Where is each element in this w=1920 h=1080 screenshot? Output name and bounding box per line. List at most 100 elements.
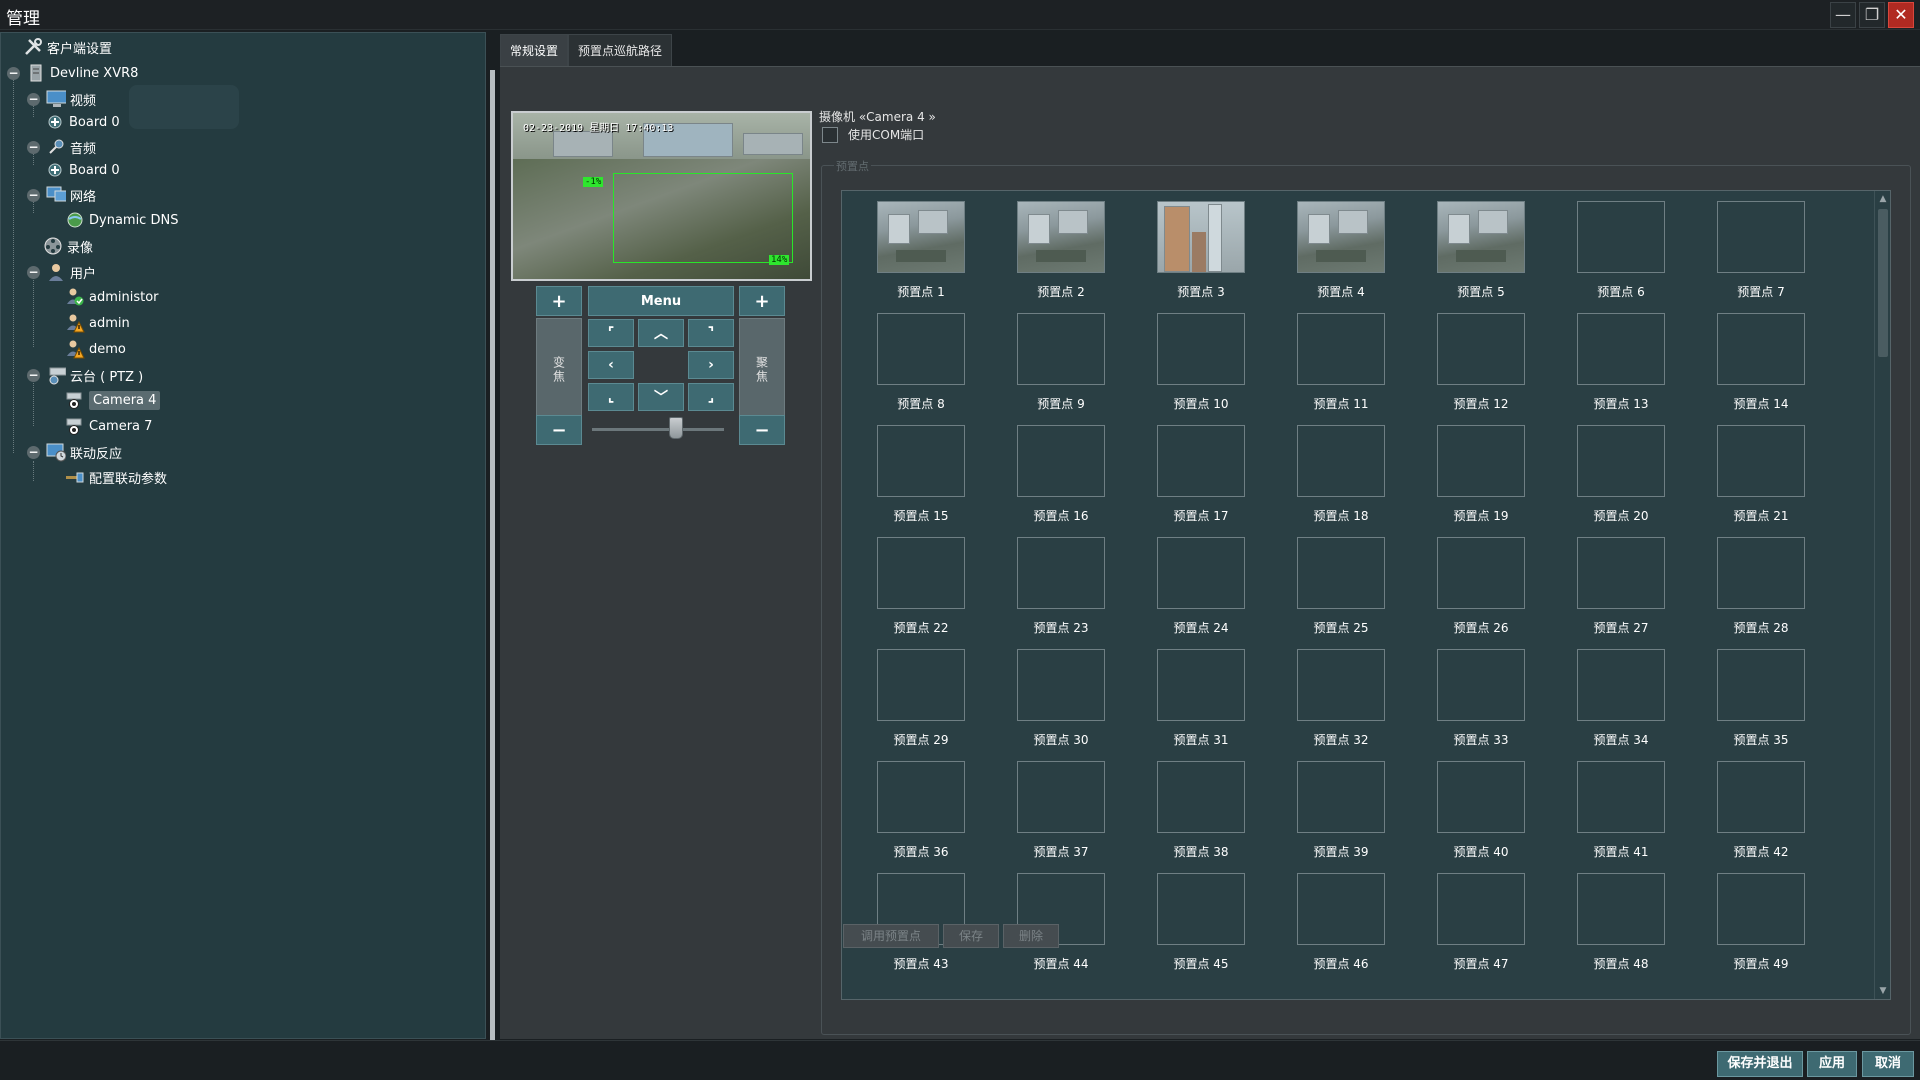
- panel-splitter[interactable]: [488, 32, 498, 1067]
- preset-cell[interactable]: 预置点 15: [842, 425, 982, 537]
- preset-thumbnail[interactable]: [1297, 873, 1385, 945]
- checkbox-box[interactable]: [822, 126, 838, 143]
- collapse-toggle[interactable]: −: [27, 140, 40, 154]
- tree-item-ptz[interactable]: − 云台 ( PTZ ): [27, 364, 143, 386]
- preset-thumbnail[interactable]: [1297, 649, 1385, 721]
- preset-cell[interactable]: 预置点 16: [982, 425, 1122, 537]
- delete-preset-button[interactable]: 删除: [1003, 924, 1059, 948]
- preset-thumbnail[interactable]: [1437, 201, 1525, 273]
- tree-item-audio[interactable]: − 音频: [27, 136, 96, 158]
- preset-cell[interactable]: 预置点 34: [1542, 649, 1682, 761]
- collapse-toggle[interactable]: −: [27, 188, 40, 202]
- focus-far-button[interactable]: −: [739, 415, 785, 445]
- preset-cell[interactable]: 预置点 47: [1402, 873, 1542, 985]
- preset-thumbnail[interactable]: [1017, 201, 1105, 273]
- preset-thumbnail[interactable]: [877, 761, 965, 833]
- pan-right-button[interactable]: ›: [688, 351, 734, 379]
- pan-up-right-button[interactable]: ⌝: [688, 319, 734, 347]
- tree-item-users[interactable]: − 用户: [27, 261, 96, 283]
- scroll-down-icon[interactable]: ▼: [1877, 985, 1889, 997]
- focus-near-button[interactable]: +: [739, 286, 785, 316]
- preset-thumbnail[interactable]: [877, 313, 965, 385]
- tree-item-device[interactable]: − Devline XVR8: [7, 62, 138, 84]
- tree-item-video[interactable]: − 视频: [27, 88, 96, 110]
- scroll-up-icon[interactable]: ▲: [1877, 193, 1889, 205]
- tree-item-dynamic-dns[interactable]: Dynamic DNS: [65, 209, 178, 231]
- preset-cell[interactable]: 预置点 10: [1122, 313, 1262, 425]
- preset-cell[interactable]: 预置点 42: [1682, 761, 1822, 873]
- collapse-toggle[interactable]: −: [27, 445, 40, 459]
- preset-cell[interactable]: 预置点 40: [1402, 761, 1542, 873]
- preset-cell[interactable]: 预置点 33: [1402, 649, 1542, 761]
- maximize-button[interactable]: ❐: [1859, 2, 1885, 28]
- preset-thumbnail[interactable]: [1577, 201, 1665, 273]
- tree-item-camera-7[interactable]: Camera 7: [65, 415, 152, 437]
- save-preset-button[interactable]: 保存: [943, 924, 999, 948]
- tree-item-audio-board[interactable]: Board 0: [45, 159, 120, 181]
- preset-thumbnail[interactable]: [1437, 649, 1525, 721]
- preset-thumbnail[interactable]: [1297, 425, 1385, 497]
- preset-thumbnail[interactable]: [1717, 313, 1805, 385]
- preset-thumbnail[interactable]: [1157, 537, 1245, 609]
- ptz-menu-button[interactable]: Menu: [588, 286, 734, 316]
- call-preset-button[interactable]: 调用预置点: [843, 924, 939, 948]
- cancel-button[interactable]: 取消: [1862, 1051, 1914, 1077]
- preset-cell[interactable]: 预置点 48: [1542, 873, 1682, 985]
- preset-cell[interactable]: 预置点 5: [1402, 201, 1542, 313]
- preset-thumbnail[interactable]: [1717, 201, 1805, 273]
- preset-cell[interactable]: 预置点 17: [1122, 425, 1262, 537]
- preset-thumbnail[interactable]: [1577, 873, 1665, 945]
- tree-item-reaction[interactable]: − 联动反应: [27, 441, 122, 463]
- preset-cell[interactable]: 预置点 14: [1682, 313, 1822, 425]
- pan-up-left-button[interactable]: ⌜: [588, 319, 634, 347]
- preset-cell[interactable]: 预置点 45: [1122, 873, 1262, 985]
- tree-item-camera-4[interactable]: Camera 4: [65, 389, 161, 411]
- preset-thumbnail[interactable]: [1577, 425, 1665, 497]
- preset-cell[interactable]: 预置点 28: [1682, 537, 1822, 649]
- preset-cell[interactable]: 预置点 21: [1682, 425, 1822, 537]
- tree-item-user-demo[interactable]: demo: [65, 338, 126, 360]
- use-com-port-checkbox[interactable]: 使用COM端口: [822, 126, 924, 143]
- collapse-toggle[interactable]: −: [27, 368, 40, 382]
- preset-thumbnail[interactable]: [1157, 201, 1245, 273]
- preset-thumbnail[interactable]: [1157, 873, 1245, 945]
- preset-cell[interactable]: 预置点 36: [842, 761, 982, 873]
- preset-cell[interactable]: 预置点 37: [982, 761, 1122, 873]
- preset-cell[interactable]: 预置点 18: [1262, 425, 1402, 537]
- collapse-toggle[interactable]: −: [7, 66, 20, 80]
- ptz-speed-slider-track[interactable]: [592, 428, 724, 431]
- zoom-out-button[interactable]: −: [536, 415, 582, 445]
- tree-item-reaction-params[interactable]: 配置联动参数: [65, 466, 167, 488]
- preset-cell[interactable]: 预置点 24: [1122, 537, 1262, 649]
- tree-item-client-settings[interactable]: 客户端设置: [23, 36, 112, 58]
- preset-cell[interactable]: 预置点 2: [982, 201, 1122, 313]
- preset-thumbnail[interactable]: [877, 425, 965, 497]
- preset-cell[interactable]: 预置点 29: [842, 649, 982, 761]
- preset-cell[interactable]: 预置点 31: [1122, 649, 1262, 761]
- tab-general-settings[interactable]: 常规设置: [500, 34, 569, 66]
- preset-cell[interactable]: 预置点 3: [1122, 201, 1262, 313]
- preset-thumbnail[interactable]: [1717, 761, 1805, 833]
- preset-thumbnail[interactable]: [1717, 649, 1805, 721]
- preset-thumbnail[interactable]: [1297, 761, 1385, 833]
- preset-thumbnail[interactable]: [1717, 873, 1805, 945]
- presets-scrollbar[interactable]: ▲ ▼: [1874, 191, 1890, 999]
- splitter-handle[interactable]: [490, 70, 495, 1067]
- preset-cell[interactable]: 预置点 38: [1122, 761, 1262, 873]
- preset-cell[interactable]: 预置点 7: [1682, 201, 1822, 313]
- zoom-in-button[interactable]: +: [536, 286, 582, 316]
- tab-preset-tour[interactable]: 预置点巡航路径: [568, 34, 673, 66]
- preset-thumbnail[interactable]: [1437, 873, 1525, 945]
- preset-cell[interactable]: 预置点 32: [1262, 649, 1402, 761]
- preset-thumbnail[interactable]: [1017, 761, 1105, 833]
- apply-button[interactable]: 应用: [1807, 1051, 1857, 1077]
- preset-cell[interactable]: 预置点 22: [842, 537, 982, 649]
- ptz-speed-slider-handle[interactable]: [669, 417, 683, 439]
- preset-cell[interactable]: 预置点 39: [1262, 761, 1402, 873]
- preset-thumbnail[interactable]: [1577, 649, 1665, 721]
- preset-thumbnail[interactable]: [1437, 761, 1525, 833]
- preset-cell[interactable]: 预置点 20: [1542, 425, 1682, 537]
- preset-thumbnail[interactable]: [1437, 537, 1525, 609]
- tree-item-video-board[interactable]: Board 0: [45, 111, 120, 133]
- preset-cell[interactable]: 预置点 1: [842, 201, 982, 313]
